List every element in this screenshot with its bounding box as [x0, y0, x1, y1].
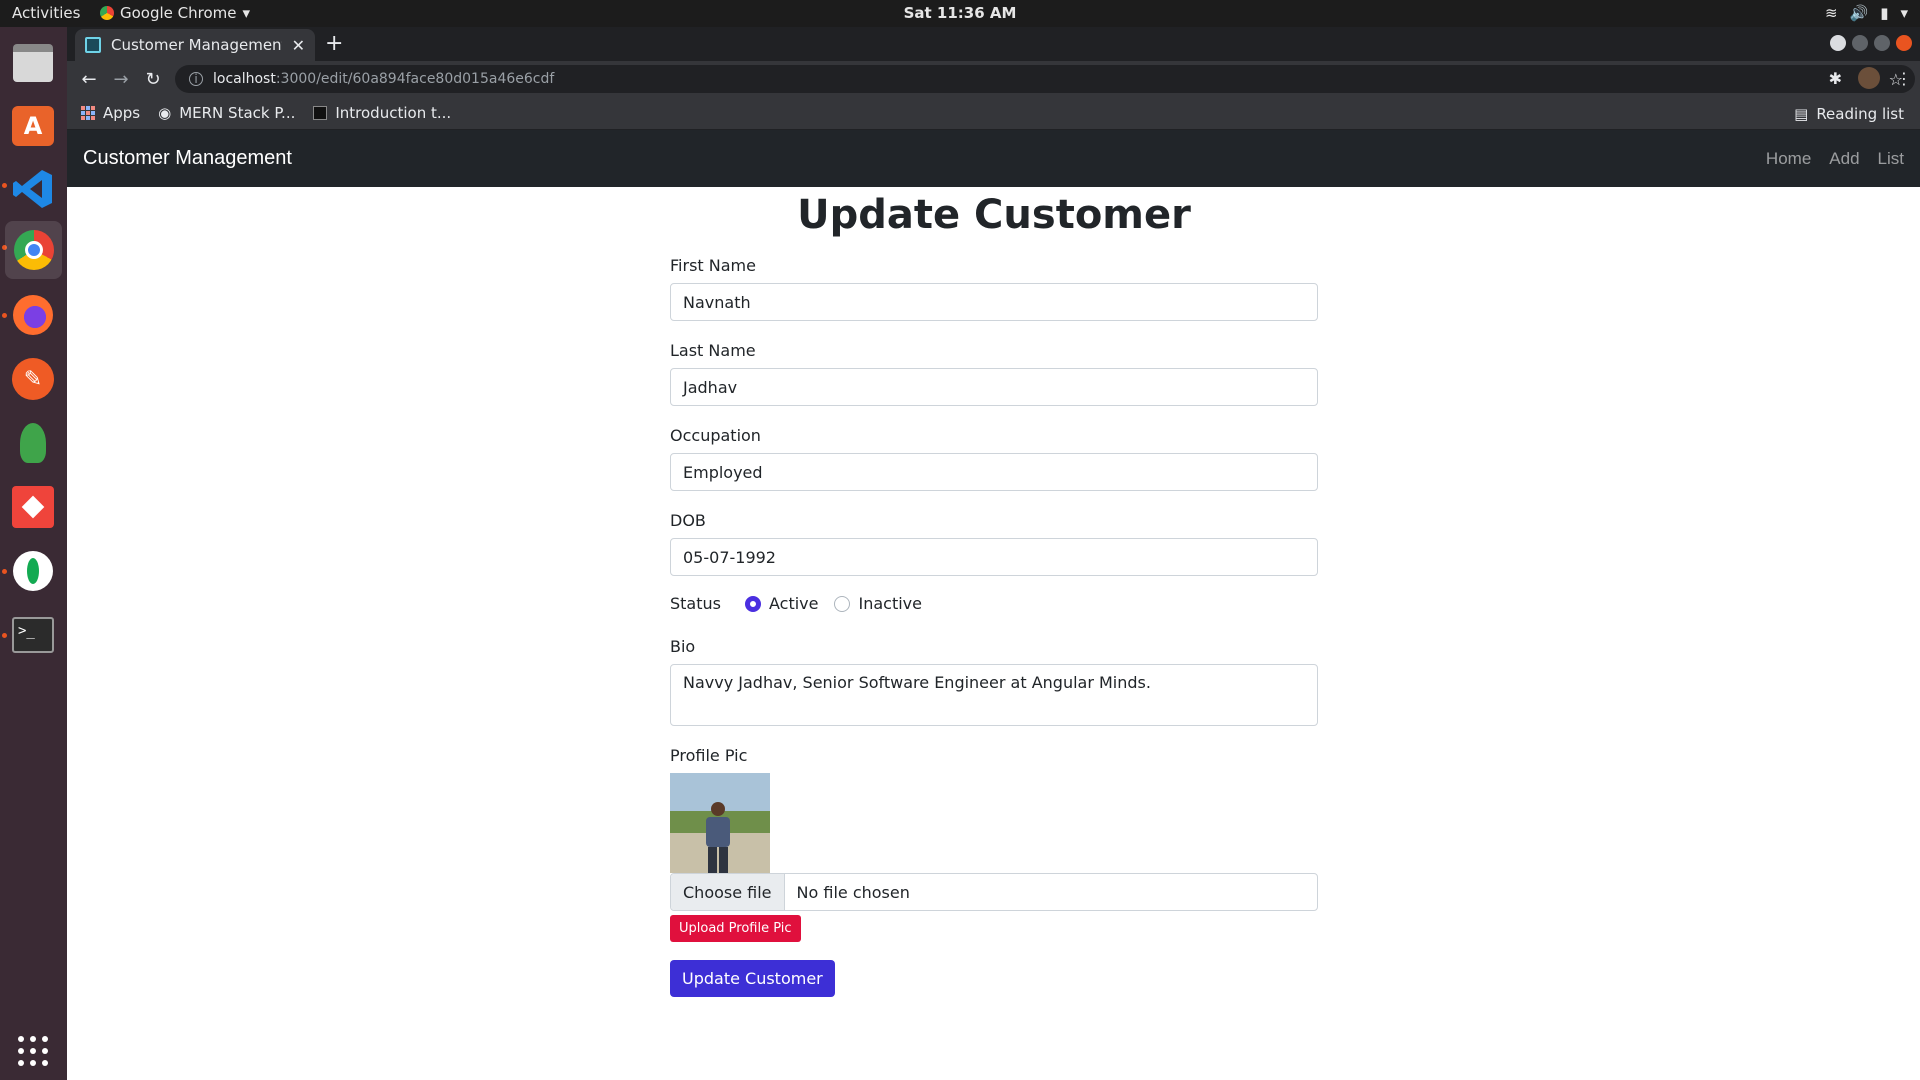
status-option-label: Active [768, 594, 819, 613]
navbar-links: Home Add List [1766, 149, 1904, 169]
maximize-icon[interactable] [1874, 35, 1890, 51]
dob-label: DOB [670, 511, 706, 530]
dock: A ✎ >_ [0, 27, 67, 1080]
battery-icon: ▮ [1880, 4, 1889, 22]
bookmark-apps[interactable]: Apps [81, 104, 140, 122]
first-name-field[interactable]: Navnath [670, 283, 1318, 321]
robo3t-icon[interactable] [9, 419, 57, 467]
url-path: :3000/edit/60a894face80d015a46e6cdf [275, 71, 555, 87]
occupation-label: Occupation [670, 426, 761, 445]
nav-link-add[interactable]: Add [1829, 149, 1859, 169]
profile-pic-label: Profile Pic [670, 746, 748, 765]
bio-label: Bio [670, 637, 696, 656]
anydesk-icon[interactable] [9, 483, 57, 531]
tab-search-icon[interactable] [1830, 35, 1846, 51]
status-group: Status Active Inactive [670, 594, 1318, 613]
radio-checked-icon[interactable] [744, 595, 761, 612]
site-favicon-icon [313, 106, 328, 120]
close-icon[interactable]: ✕ [292, 36, 305, 55]
profile-photo [670, 773, 770, 873]
bookmarks-bar: Apps ◉ MERN Stack P... Introduction t...… [67, 97, 1920, 130]
system-tray[interactable]: ≋ 🔊 ▮ ▾ [1825, 4, 1908, 22]
person-figure [706, 802, 730, 873]
address-bar[interactable]: i localhost:3000/edit/60a894face80d015a4… [175, 65, 1915, 93]
nav-link-home[interactable]: Home [1766, 149, 1811, 169]
update-customer-button[interactable]: Update Customer [670, 960, 835, 997]
app-menu[interactable]: Google Chrome ▾ [100, 4, 250, 22]
status-label: Status [670, 594, 721, 613]
terminal-icon[interactable]: >_ [9, 611, 57, 659]
chevron-down-icon: ▾ [242, 4, 251, 22]
file-status-text: No file chosen [796, 882, 910, 902]
new-tab-button[interactable]: + [325, 31, 343, 56]
volume-icon: 🔊 [1849, 4, 1869, 22]
bookmark-label: Introduction t... [335, 104, 452, 122]
info-icon[interactable]: i [189, 72, 203, 86]
mongodb-compass-icon[interactable] [9, 547, 57, 595]
bookmark-mern[interactable]: ◉ MERN Stack P... [158, 104, 295, 122]
toolbar-actions: ✱ ⋮ [1829, 67, 1912, 89]
reading-list-button[interactable]: ▤ Reading list [1794, 105, 1904, 123]
reading-list-label: Reading list [1816, 105, 1904, 123]
vscode-icon[interactable] [9, 165, 57, 213]
navbar-brand[interactable]: Customer Management [83, 147, 292, 170]
chrome-icon[interactable] [5, 221, 62, 279]
status-option-label: Inactive [858, 594, 922, 613]
reading-list-icon: ▤ [1794, 105, 1809, 123]
tab-title: Customer Management [111, 36, 282, 54]
web-page: Customer Management Home Add List Update… [67, 130, 1920, 1080]
status-radio-inactive[interactable]: Inactive [834, 594, 922, 613]
nav-link-list[interactable]: List [1878, 149, 1904, 169]
occupation-field[interactable]: Employed [670, 453, 1318, 491]
clock[interactable]: Sat 11:36 AM [0, 4, 1920, 22]
system-top-bar: Activities Google Chrome ▾ Sat 11:36 AM … [0, 0, 1920, 27]
firefox-icon[interactable] [9, 291, 57, 339]
reload-icon[interactable]: ↻ [137, 69, 169, 90]
wifi-icon: ≋ [1824, 4, 1838, 22]
postman-icon[interactable]: ✎ [9, 355, 57, 403]
chevron-down-icon: ▾ [1900, 4, 1908, 22]
profile-avatar-icon[interactable] [1858, 67, 1880, 89]
forward-arrow-icon[interactable]: → [105, 69, 137, 90]
window-controls [1830, 35, 1912, 51]
last-name-label: Last Name [670, 341, 756, 360]
back-arrow-icon[interactable]: ← [73, 69, 105, 90]
page-title: Update Customer [797, 192, 1191, 238]
bio-textarea[interactable]: Navvy Jadhav, Senior Software Engineer a… [670, 664, 1318, 726]
bookmark-label: MERN Stack P... [179, 104, 296, 122]
browser-toolbar: ← → ↻ i localhost:3000/edit/60a894face80… [67, 61, 1920, 97]
status-radio-active[interactable]: Active [744, 594, 819, 613]
chrome-icon [100, 6, 114, 20]
minimize-icon[interactable] [1852, 35, 1868, 51]
upload-profile-pic-button[interactable]: Upload Profile Pic [670, 915, 801, 942]
extensions-puzzle-icon[interactable]: ✱ [1829, 69, 1842, 88]
tab-strip: Customer Management ✕ + [67, 27, 1920, 61]
bookmark-label: Apps [103, 104, 141, 122]
radio-unchecked-icon[interactable] [834, 595, 851, 612]
activities-button[interactable]: Activities [12, 4, 80, 22]
first-name-label: First Name [670, 256, 756, 275]
software-center-icon[interactable]: A [9, 102, 57, 150]
app-navbar: Customer Management Home Add List [67, 130, 1920, 187]
app-menu-label: Google Chrome [120, 4, 237, 22]
dob-field[interactable]: 05-07-1992 [670, 538, 1318, 576]
more-menu-icon[interactable]: ⋮ [1896, 69, 1912, 88]
update-customer-form: Update Customer First Name Navnath Last … [670, 187, 1318, 997]
tab-customer-management[interactable]: Customer Management ✕ [75, 29, 315, 61]
files-icon[interactable] [9, 39, 57, 87]
file-input[interactable]: Choose file No file chosen [670, 873, 1318, 911]
bookmark-introduction[interactable]: Introduction t... [313, 104, 451, 122]
globe-icon: ◉ [158, 104, 172, 122]
url-host: localhost [213, 71, 276, 87]
apps-grid-icon [81, 106, 95, 120]
react-favicon-icon [85, 37, 101, 53]
show-applications-icon[interactable] [9, 1027, 57, 1075]
choose-file-button[interactable]: Choose file [671, 874, 785, 910]
last-name-field[interactable]: Jadhav [670, 368, 1318, 406]
close-window-icon[interactable] [1896, 35, 1912, 51]
